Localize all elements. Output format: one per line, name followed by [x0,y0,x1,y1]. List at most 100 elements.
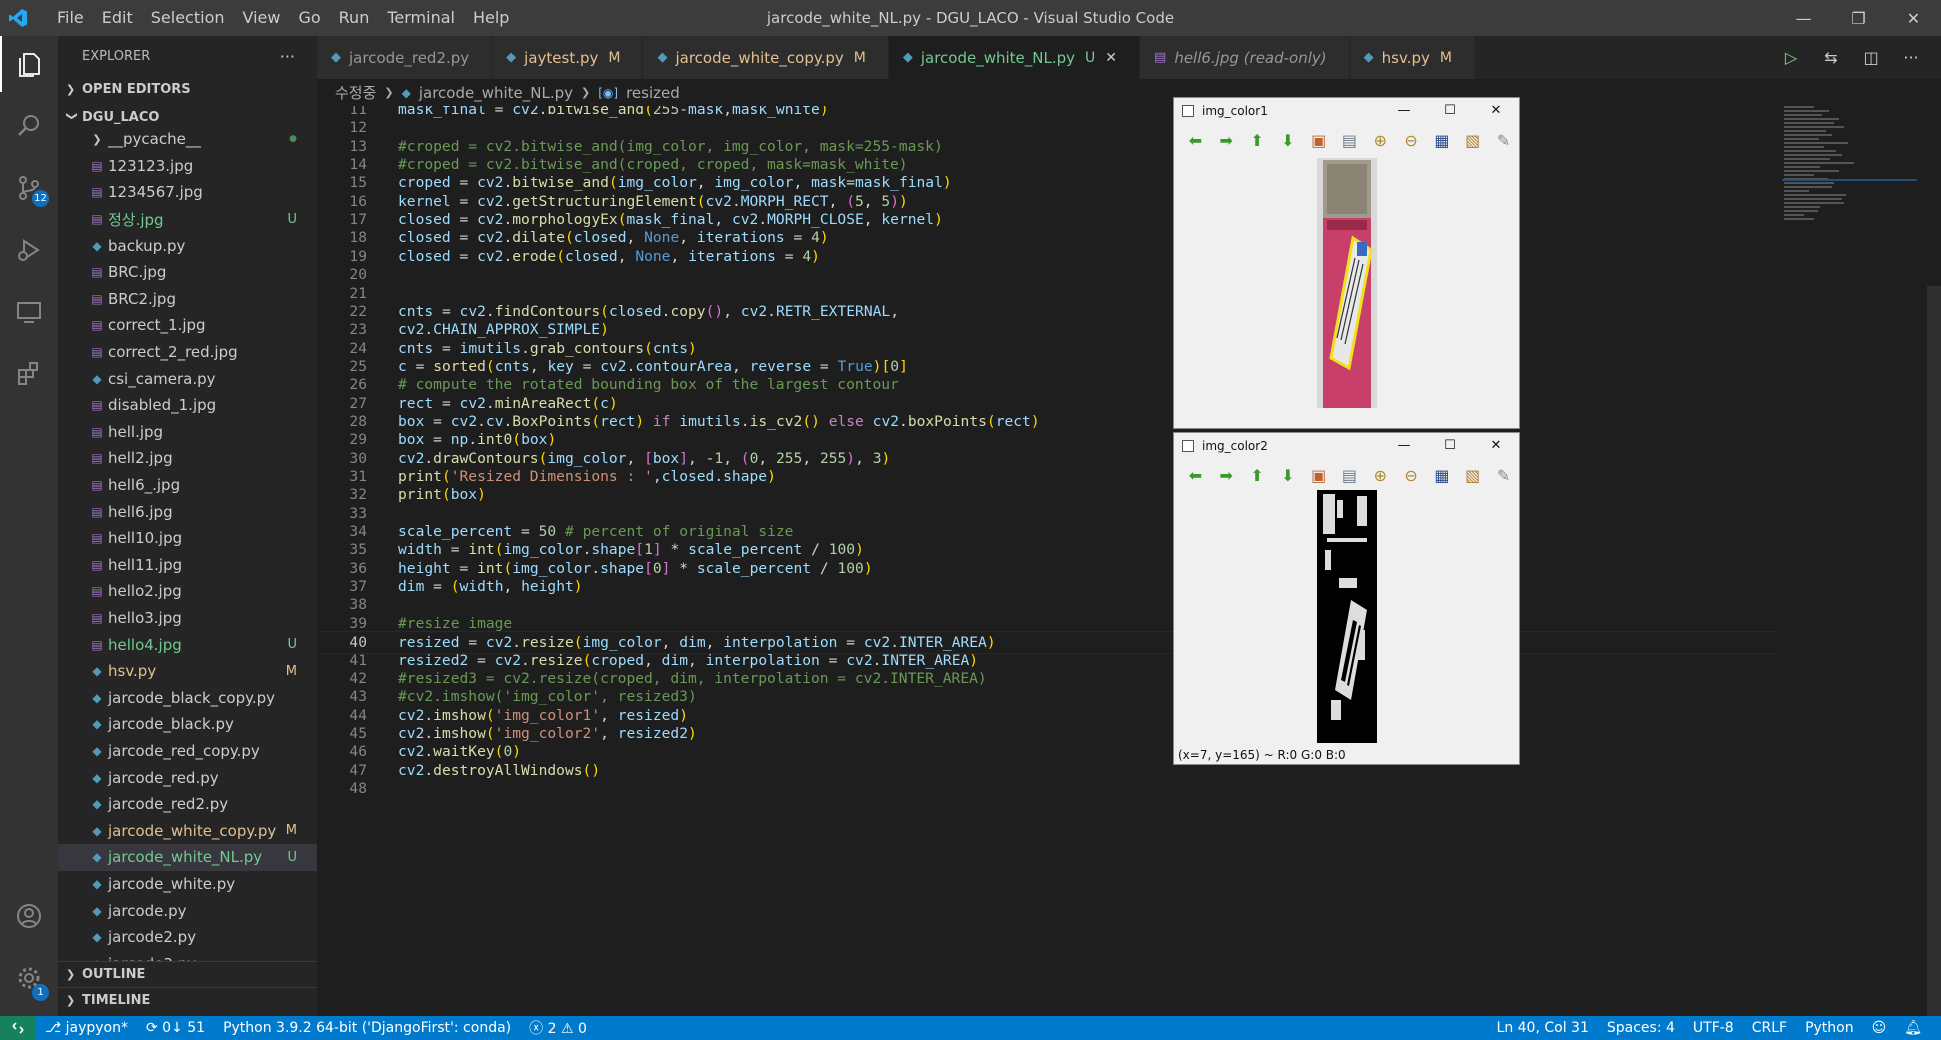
properties-icon[interactable]: ✎ [1488,466,1519,485]
menu-help[interactable]: Help [464,0,518,36]
cv-window-img-color1[interactable]: img_color1 — ☐ ✕ ⬅ ➡ ⬆ ⬇ ▣ ▤ ⊕ ⊖ ▦ ▧ ✎ [1173,97,1520,429]
file-tree-item[interactable]: ◆ hsv.py M [58,658,317,685]
menu-go[interactable]: Go [289,0,329,36]
file-tree-item[interactable]: ▤ hello3.jpg [58,605,317,632]
file-tree-item[interactable]: ▤ 123123.jpg [58,153,317,180]
pan-right-icon[interactable]: ➡ [1211,466,1242,485]
file-tree-item[interactable]: ▤ hell6.jpg [58,498,317,525]
editor-tab[interactable]: ◆ jaytest.py M [492,36,644,79]
cursor-position[interactable]: Ln 40, Col 31 [1488,1020,1598,1036]
copy-icon[interactable]: ▧ [1457,466,1488,485]
file-tree-item[interactable]: ▤ BRC2.jpg [58,286,317,313]
pan-left-icon[interactable]: ⬅ [1180,131,1211,150]
file-tree-item[interactable]: ▤ 정상.jpg U [58,206,317,233]
file-tree-item[interactable]: ▤ hell.jpg [58,419,317,446]
run-file-icon[interactable]: ▷ [1771,48,1811,67]
menu-run[interactable]: Run [330,0,379,36]
editor-tab[interactable]: ◆ jarcode_white_NL.py U ✕ [888,36,1141,79]
zoom-out-icon[interactable]: ⊖ [1396,131,1427,150]
minimize-icon[interactable]: — [1381,98,1427,124]
extensions-icon[interactable] [0,346,58,402]
breadcrumb-symbol[interactable]: resized [626,84,680,102]
source-control-icon[interactable]: 12 [0,160,58,216]
properties-icon[interactable]: ✎ [1488,131,1519,150]
file-tree-item[interactable]: ▤ hell6_.jpg [58,472,317,499]
close-tab-icon[interactable]: ✕ [1105,50,1117,66]
maximize-icon[interactable]: ☐ [1427,433,1473,459]
file-tree-item[interactable]: ▤ hello4.jpg U [58,631,317,658]
zoom-in-icon[interactable]: ⊕ [1365,466,1396,485]
zoom-original-icon[interactable]: ▣ [1303,131,1334,150]
zoom-fit-icon[interactable]: ▤ [1334,466,1365,485]
python-interpreter[interactable]: Python 3.9.2 64-bit ('DjangoFirst': cond… [214,1020,520,1036]
close-icon[interactable]: ✕ [1473,433,1519,459]
file-tree-item[interactable]: ▤ hello2.jpg [58,578,317,605]
minimize-icon[interactable]: — [1776,0,1831,36]
sync-indicator[interactable]: ⟳ 0↓ 51 [137,1020,214,1036]
scrollbar-thumb[interactable] [1927,286,1941,1016]
cv-window-titlebar[interactable]: img_color2 — ☐ ✕ [1174,433,1519,459]
cv-window-titlebar[interactable]: img_color1 — ☐ ✕ [1174,98,1519,124]
file-tree-item[interactable]: ◆ jarcode_white_NL.py U [58,844,317,871]
editor-tab[interactable]: ◆ hsv.py M [1349,36,1475,79]
zoom-in-icon[interactable]: ⊕ [1365,131,1396,150]
file-tree-item[interactable]: ◆ jarcode_white_copy.py M [58,817,317,844]
more-actions-icon[interactable]: ··· [280,47,295,66]
pan-up-icon[interactable]: ⬆ [1242,466,1273,485]
file-tree-item[interactable]: ◆jarcode3.py [58,950,317,961]
zoom-out-icon[interactable]: ⊖ [1396,466,1427,485]
file-tree-item[interactable]: ◆ jarcode_black_copy.py [58,684,317,711]
minimap[interactable] [1782,104,1917,244]
code-line[interactable]: 48 [317,778,1777,801]
editor-tab[interactable]: ◆ jarcode_red2.py [317,36,493,79]
file-tree-item[interactable]: ▤ BRC.jpg [58,259,317,286]
explorer-icon[interactable] [0,36,58,92]
save-icon[interactable]: ▦ [1427,131,1458,150]
menu-selection[interactable]: Selection [142,0,234,36]
feedback-icon[interactable]: ☺ [1863,1020,1896,1036]
menu-terminal[interactable]: Terminal [378,0,464,36]
zoom-original-icon[interactable]: ▣ [1303,466,1334,485]
run-debug-icon[interactable] [0,222,58,278]
close-icon[interactable]: ✕ [1473,98,1519,124]
branch-indicator[interactable]: ⎇ jaypyon* [36,1020,137,1036]
menu-view[interactable]: View [234,0,290,36]
file-tree-item[interactable]: ◆ jarcode.py [58,897,317,924]
minimize-icon[interactable]: — [1381,433,1427,459]
file-tree-item[interactable]: ▤ correct_1.jpg [58,312,317,339]
file-tree-item[interactable]: ❯ __pycache__ ● [58,126,317,153]
timeline-section[interactable]: ❯ TIMELINE [58,987,317,1013]
cv-window-img-color2[interactable]: img_color2 — ☐ ✕ ⬅ ➡ ⬆ ⬇ ▣ ▤ ⊕ ⊖ ▦ ▧ ✎ (… [1173,432,1520,765]
notifications-bell-icon[interactable]: 🔔︎ [1895,1020,1931,1036]
restore-icon[interactable]: ❐ [1831,0,1886,36]
file-tree-item[interactable]: ▤ hell2.jpg [58,445,317,472]
editor-tab[interactable]: ◆ jarcode_white_copy.py M [643,36,889,79]
file-tree-item[interactable]: ◆ csi_camera.py [58,365,317,392]
maximize-icon[interactable]: ☐ [1427,98,1473,124]
problems-indicator[interactable]: ⓧ 2 ⚠ 0 [520,1018,596,1038]
indentation[interactable]: Spaces: 4 [1598,1020,1684,1036]
file-tree-item[interactable]: ◆ jarcode_red2.py [58,791,317,818]
file-tree-item[interactable]: ◆ backup.py [58,232,317,259]
pan-up-icon[interactable]: ⬆ [1242,131,1273,150]
language-mode[interactable]: Python [1796,1020,1863,1036]
menu-edit[interactable]: Edit [93,0,142,36]
encoding[interactable]: UTF-8 [1684,1020,1743,1036]
file-tree-item[interactable]: ▤ disabled_1.jpg [58,392,317,419]
open-editors-section[interactable]: ❯ OPEN EDITORS [58,76,317,102]
file-tree-item[interactable]: ▤ correct_2_red.jpg [58,339,317,366]
account-icon[interactable] [0,888,58,944]
pan-down-icon[interactable]: ⬇ [1272,466,1303,485]
close-icon[interactable]: ✕ [1886,0,1941,36]
open-changes-icon[interactable]: ⇆ [1811,48,1851,67]
file-tree-item[interactable]: ▤ hell11.jpg [58,552,317,579]
outline-section[interactable]: ❯ OUTLINE [58,961,317,987]
editor-scrollbar[interactable] [1927,106,1941,1016]
breadcrumb-folder[interactable]: 수정중 [335,82,376,103]
save-icon[interactable]: ▦ [1427,466,1458,485]
copy-icon[interactable]: ▧ [1457,131,1488,150]
file-tree-item[interactable]: ◆ jarcode_white.py [58,871,317,898]
settings-gear-icon[interactable]: 1 [0,950,58,1006]
file-tree-item[interactable]: ▤ hell10.jpg [58,525,317,552]
file-tree-item[interactable]: ◆ jarcode_black.py [58,711,317,738]
